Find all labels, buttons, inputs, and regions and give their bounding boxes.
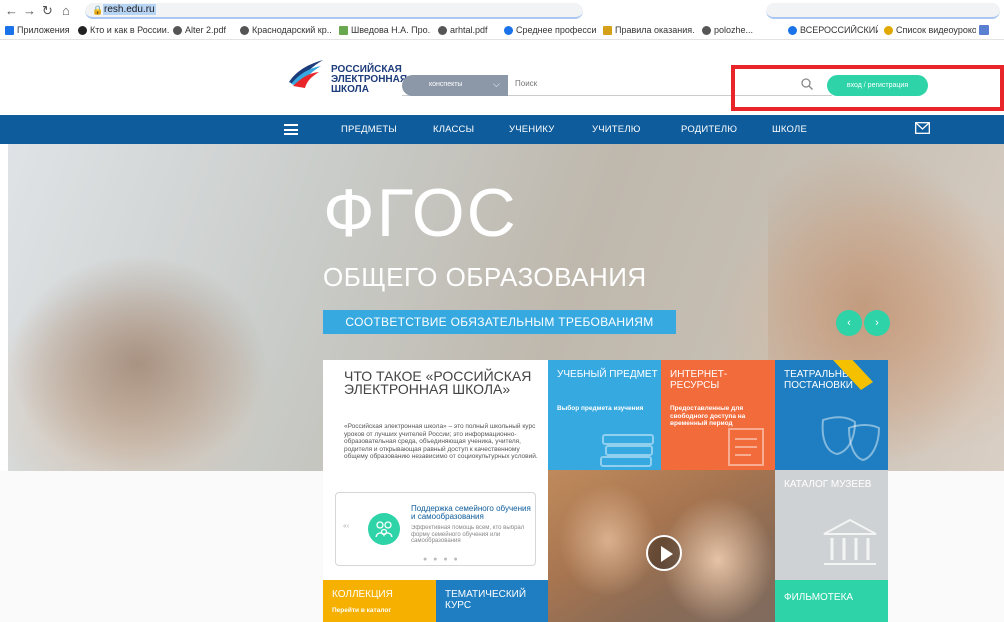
globe-icon [702,25,711,35]
tile-title: ИНТЕРНЕТ-РЕСУРСЫ [670,369,728,391]
tile-title: УЧЕБНЫЙ ПРЕДМЕТ [557,369,658,380]
nav-item-parent[interactable]: РОДИТЕЛЮ [681,124,737,135]
document-icon [728,428,764,466]
bookmark-item[interactable]: arhtal.pdf [438,25,498,35]
globe-icon [788,25,797,35]
logo-icon[interactable] [287,56,325,88]
highlight-annotation [731,65,1004,111]
main-nav: ПРЕДМЕТЫ КЛАССЫ УЧЕНИКУ УЧИТЕЛЮ РОДИТЕЛЮ… [0,115,1004,144]
tile-title: ТЕМАТИЧЕСКИЙ КУРС [445,589,527,611]
back-icon[interactable]: ← [5,3,18,19]
theatre-masks-icon [821,416,881,462]
lock-icon: 🔒 [92,5,104,15]
carousel-prev-button[interactable]: ‹ [836,310,862,336]
bookmark-apps[interactable]: Приложения [5,25,75,35]
bookmark-item[interactable]: Правила оказания... [603,25,695,35]
tile-title: КОЛЛЕКЦИЯ [332,589,393,600]
carousel-dots[interactable]: ● ● ● ● [423,556,460,563]
hero-subtitle: ОБЩЕГО ОБРАЗОВАНИЯ [323,262,647,292]
about-title: ЧТО ТАКОЕ «РОССИЙСКАЯ ЭЛЕКТРОННАЯ ШКОЛА» [344,368,532,397]
hero-photo-left [8,254,268,471]
play-icon[interactable] [646,535,682,571]
globe-icon [240,25,249,35]
bookmark-item[interactable]: Краснодарский кр... [240,25,332,35]
carousel-next-button[interactable]: › [864,310,890,336]
bookmark-item[interactable]: Alter 2.pdf [173,25,235,35]
ribbon-icon [833,360,873,390]
globe-icon [438,25,447,35]
nav-item-subjects[interactable]: ПРЕДМЕТЫ [341,124,397,135]
nav-item-school[interactable]: ШКОЛЕ [772,124,807,135]
bookmark-item[interactable]: Список видеоуроков... [884,25,976,35]
video-icon [884,25,893,35]
nav-item-teacher[interactable]: УЧИТЕЛЮ [592,124,641,135]
bookmark-item[interactable]: Кто и как в России... [78,25,170,35]
tile-theatre[interactable]: ТЕАТРАЛЬНЫЕ ПОСТАНОВКИ [775,360,888,470]
tile-subject[interactable]: УЧЕБНЫЙ ПРЕДМЕТ Выбор предмета изучения [548,360,661,470]
bookmark-favicon-icon [78,25,87,35]
tile-thematic-course[interactable]: ТЕМАТИЧЕСКИЙ КУРС [436,580,548,622]
url-text[interactable]: resh.edu.ru [103,4,156,15]
hero-title: ФГОС [323,175,518,251]
apps-grid-icon [5,25,14,35]
video-tile[interactable] [548,470,775,622]
address-bar[interactable]: 🔒 resh.edu.ru [85,3,583,19]
tile-title: ФИЛЬМОТЕКА [784,592,854,603]
logo-text[interactable]: РОССИЙСКАЯ ЭЛЕКТРОННАЯ ШКОЛА [331,65,407,95]
bookmark-item[interactable]: Шведова Н.А. Про... [339,25,431,35]
menu-icon[interactable] [284,124,298,135]
nav-item-classes[interactable]: КЛАССЫ [433,124,474,135]
browser-toolbar: ← → ↻ ⌂ 🔒 resh.edu.ru [0,0,1004,22]
tile-title: КАТАЛОГ МУЗЕЕВ [784,479,872,490]
hero-badge[interactable]: СООТВЕТСТВИЕ ОБЯЗАТЕЛЬНЫМ ТРЕБОВАНИЯМ [323,310,676,334]
globe-icon [173,25,182,35]
chevron-down-icon: ⌵ [493,79,500,89]
bookmarks-bar: Приложения Кто и как в России... Alter 2… [0,22,1004,40]
mail-icon[interactable] [915,122,930,134]
tile-subtitle: Перейти в каталог [332,607,392,614]
about-card: ЧТО ТАКОЕ «РОССИЙСКАЯ ЭЛЕКТРОННАЯ ШКОЛА»… [323,360,548,580]
museum-icon [823,518,877,565]
more-bookmarks-icon[interactable] [979,25,993,35]
bookmark-item[interactable]: Среднее професси... [504,25,596,35]
tile-subtitle: Выбор предмета изучения [557,405,644,412]
about-text: «Российская электронная школа» – это пол… [344,423,538,460]
books-icon [600,434,654,467]
nav-item-student[interactable]: УЧЕНИКУ [509,124,554,135]
support-card[interactable]: «‹ Поддержка семейного обучения и самооб… [335,492,536,566]
search-input[interactable] [515,79,765,88]
family-icon [368,513,400,545]
bookmark-item[interactable]: polozhe... [702,25,782,35]
support-prev-icon[interactable]: «‹ [343,523,349,530]
tile-filmotheque[interactable]: ФИЛЬМОТЕКА [775,580,888,622]
bookmark-item[interactable]: ВСЕРОССИЙСКИЙ... [788,25,878,35]
globe-icon [504,25,513,35]
tile-internet-resources[interactable]: ИНТЕРНЕТ-РЕСУРСЫ Предоставленные для сво… [661,360,775,470]
extension-area[interactable] [766,3,1000,19]
reload-icon[interactable]: ↻ [42,3,53,19]
forward-icon[interactable]: → [23,3,36,19]
tile-museums[interactable]: КАТАЛОГ МУЗЕЕВ [775,470,888,580]
document-icon [339,25,348,35]
support-title[interactable]: Поддержка семейного обучения и самообраз… [411,505,536,521]
search-category-select[interactable]: конспекты ⌵ [402,75,508,96]
tile-collection[interactable]: КОЛЛЕКЦИЯ Перейти в каталог [323,580,436,622]
support-text: Эффективная помощь всем, кто выбрал форм… [411,525,525,544]
document-icon [603,25,612,35]
more-bookmarks-icon [979,25,989,35]
home-icon[interactable]: ⌂ [62,3,70,19]
